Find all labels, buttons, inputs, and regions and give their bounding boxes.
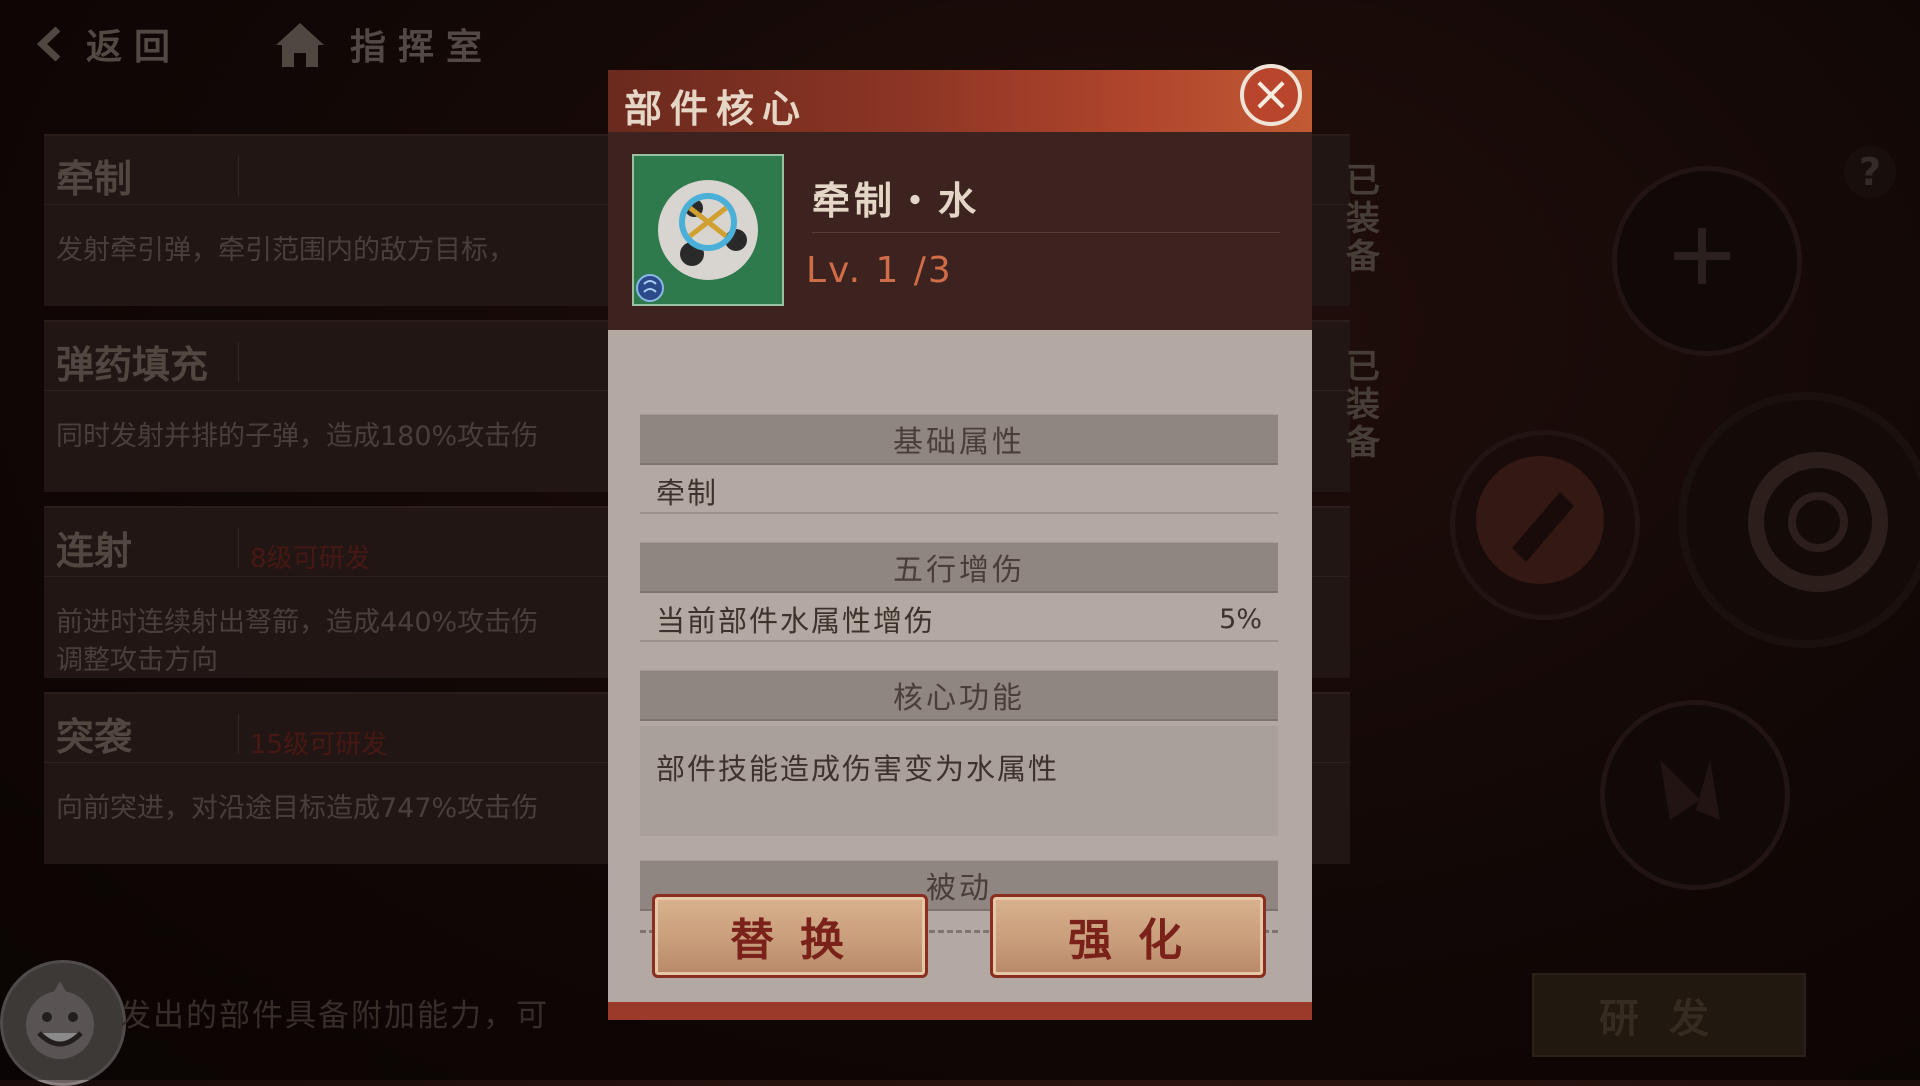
enhance-button[interactable]: 强化 xyxy=(990,894,1266,978)
back-chevron-icon xyxy=(36,27,61,61)
equipped-tag: 已装备 xyxy=(1339,162,1380,276)
skill-name: 连射 xyxy=(56,528,133,573)
item-icon xyxy=(632,154,784,306)
element-damage-value: 5% xyxy=(1219,603,1262,635)
skill-status: 15级可研发 xyxy=(250,730,388,760)
section-core-function: 核心功能 xyxy=(640,670,1278,721)
skill-divider xyxy=(238,528,239,568)
item-name: 牵制・水 xyxy=(812,178,981,223)
bottom-hint: 发出的部件具备附加能力，可 xyxy=(120,998,549,1034)
base-attribute-row: 牵制 xyxy=(640,470,1278,514)
home-label: 指挥室 xyxy=(350,27,495,68)
plus-icon xyxy=(1674,228,1730,284)
item-header: 牵制・水 Lv. 1 /3 xyxy=(608,132,1312,330)
replace-button[interactable]: 替换 xyxy=(652,894,928,978)
section-base-attributes: 基础属性 xyxy=(640,414,1278,465)
element-damage-label: 当前部件水属性增伤 xyxy=(656,604,936,638)
equipped-tag: 已装备 xyxy=(1339,348,1380,462)
main-skill-slot[interactable] xyxy=(1678,392,1920,648)
home-button[interactable]: 指挥室 xyxy=(272,16,494,72)
home-icon xyxy=(276,23,324,67)
skill-divider xyxy=(238,156,239,196)
help-icon[interactable]: ? xyxy=(1844,146,1896,198)
skill-desc: 调整攻击方向 xyxy=(56,645,218,676)
back-button[interactable]: 返回 xyxy=(34,18,182,70)
skill-desc: 发射牵引弹，牵引范围内的敌方目标， xyxy=(56,235,515,266)
section-element-damage: 五行增伤 xyxy=(640,542,1278,593)
dialog-bottom-border xyxy=(608,1002,1312,1020)
part-core-dialog: 部件核心 × 牵制・水 Lv. 1 /3 基础属性 牵制 五行增伤 当前部件水属… xyxy=(608,64,1312,1020)
back-label: 返回 xyxy=(86,27,183,68)
close-button[interactable]: × xyxy=(1240,64,1302,126)
skill-name: 突袭 xyxy=(56,714,133,759)
mine-icon xyxy=(636,180,758,302)
base-attribute-value: 牵制 xyxy=(656,476,719,510)
skill-name: 弹药填充 xyxy=(56,342,209,387)
research-button[interactable]: 研发 xyxy=(1532,973,1806,1057)
refresh-icon xyxy=(1748,452,1888,592)
dialog-title: 部件核心 xyxy=(624,86,809,131)
cannon-icon xyxy=(1476,456,1604,584)
dialog-header: 部件核心 xyxy=(608,70,1312,134)
core-function-desc: 部件技能造成伤害变为水属性 xyxy=(640,726,1278,836)
skill-slot-2[interactable] xyxy=(1600,700,1790,890)
skill-divider xyxy=(238,714,239,754)
element-damage-row: 当前部件水属性增伤 5% xyxy=(640,598,1278,642)
skill-desc: 前进时连续射出弩箭，造成440%攻击伤 xyxy=(56,607,539,638)
skill-status: 8级可研发 xyxy=(250,544,371,574)
item-separator xyxy=(812,232,1280,233)
skill-divider xyxy=(238,342,239,382)
add-slot[interactable] xyxy=(1612,166,1802,356)
avatar[interactable] xyxy=(0,960,126,1086)
skill-name: 牵制 xyxy=(56,156,133,201)
arrow-burst-icon xyxy=(1660,760,1720,820)
item-level: Lv. 1 /3 xyxy=(806,250,953,291)
skill-desc: 向前突进，对沿途目标造成747%攻击伤 xyxy=(56,793,539,824)
avatar-face-icon xyxy=(26,981,94,1059)
skill-desc: 同时发射并排的子弹，造成180%攻击伤 xyxy=(56,421,539,452)
skill-slot-1[interactable] xyxy=(1450,430,1640,620)
close-icon: × xyxy=(1250,66,1292,122)
